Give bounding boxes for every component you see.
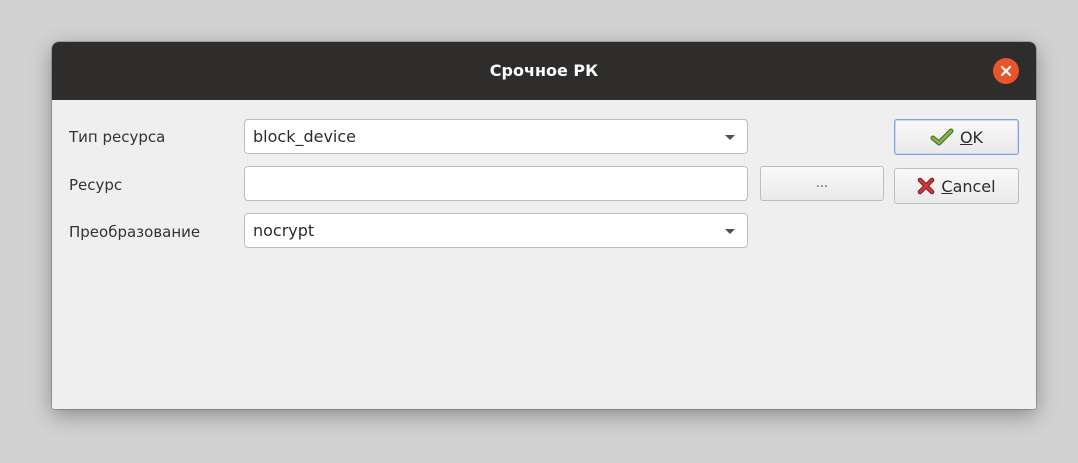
transform-label: Преобразование [69, 223, 201, 241]
dialog-window: Срочное РК Тип ресурса block_device Ресу… [52, 42, 1036, 409]
resource-type-value: block_device [253, 127, 357, 146]
checkmark-icon [930, 128, 954, 146]
dialog-title: Срочное РК [489, 61, 599, 80]
cancel-button-label: Cancel [941, 176, 996, 196]
resource-label: Ресурс [69, 176, 123, 194]
ok-button-label: OK [959, 127, 984, 147]
chevron-down-icon [725, 229, 735, 234]
resource-type-label: Тип ресурса [69, 128, 166, 146]
transform-value: nocrypt [253, 221, 315, 240]
cancel-button[interactable]: Cancel [894, 168, 1019, 204]
red-x-icon [917, 177, 935, 195]
title-bar[interactable]: Срочное РК [52, 42, 1036, 100]
browse-button[interactable]: ... [760, 166, 884, 201]
close-icon [1000, 65, 1012, 77]
resource-input[interactable] [244, 166, 748, 201]
close-button[interactable] [993, 58, 1019, 84]
transform-combobox[interactable]: nocrypt [244, 213, 748, 248]
resource-type-combobox[interactable]: block_device [244, 119, 748, 154]
chevron-down-icon [725, 135, 735, 140]
ok-button[interactable]: OK [894, 119, 1019, 155]
